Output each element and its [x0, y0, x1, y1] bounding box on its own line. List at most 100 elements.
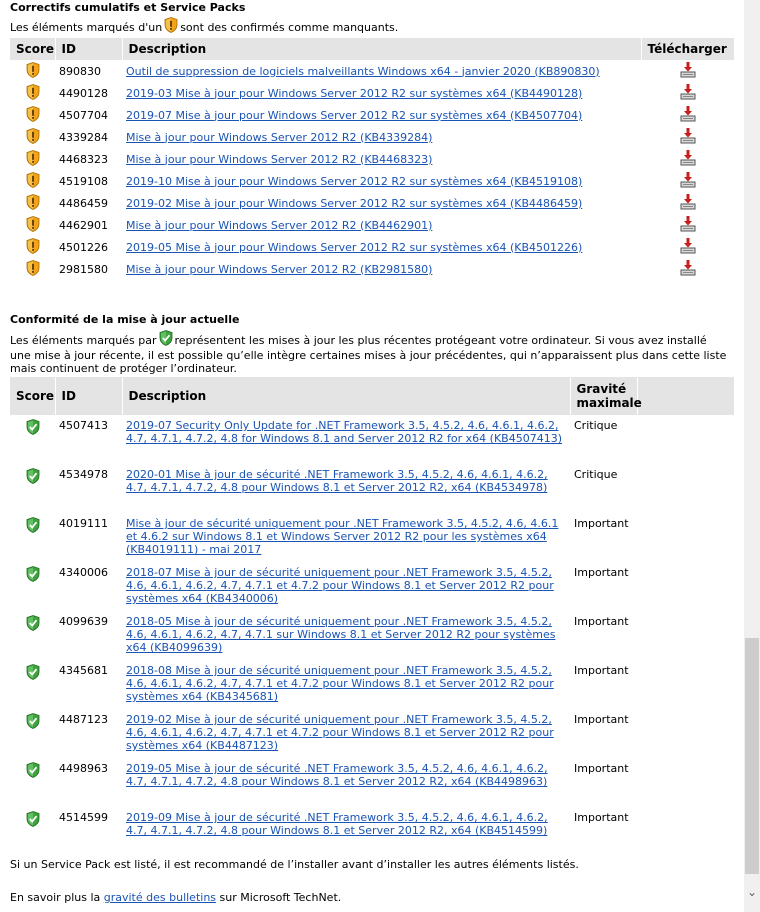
update-link[interactable]: 2019-10 Mise à jour pour Windows Server …: [126, 175, 582, 188]
empty-cell: [637, 415, 734, 464]
severity-cell: Important: [574, 566, 629, 579]
description-cell: 2019-07 Security Only Update for .NET Fr…: [122, 415, 570, 464]
check-shield-icon: [26, 474, 40, 487]
table-row: 4487123 2019-02 Mise à jour de sécurité u…: [10, 709, 734, 758]
learn-more-text-start: En savoir plus la: [10, 891, 101, 904]
download-icon[interactable]: [679, 135, 697, 148]
score-cell: [10, 758, 55, 807]
table-row: 4501226 2019-05 Mise à jour pour Windows …: [10, 236, 734, 258]
table-row: 4490128 2019-03 Mise à jour pour Windows …: [10, 82, 734, 104]
update-id: 4487123: [59, 713, 108, 726]
warning-shield-icon: [26, 156, 40, 169]
col-header-download: Télécharger: [641, 38, 735, 60]
update-id: 4498963: [59, 762, 108, 775]
score-cell: [10, 170, 55, 192]
severity-cell: Important: [574, 762, 629, 775]
update-link[interactable]: Mise à jour pour Windows Server 2012 R2 …: [126, 131, 432, 144]
severity-cell: Important: [574, 713, 629, 726]
score-cell: [10, 236, 55, 258]
check-shield-icon: [26, 425, 40, 438]
score-cell: [10, 513, 55, 562]
download-icon[interactable]: [679, 223, 697, 236]
update-link[interactable]: 2019-02 Mise à jour de sécurité uniqueme…: [126, 713, 554, 752]
update-id: 4019111: [59, 517, 108, 530]
update-link[interactable]: Mise à jour pour Windows Server 2012 R2 …: [126, 219, 432, 232]
empty-cell: [637, 660, 734, 709]
description-cell: Mise à jour pour Windows Server 2012 R2 …: [122, 258, 641, 280]
update-link[interactable]: Mise à jour de sécurité uniquement pour …: [126, 517, 558, 556]
update-link[interactable]: 2019-05 Mise à jour pour Windows Server …: [126, 241, 582, 254]
download-icon[interactable]: [679, 69, 697, 82]
description-cell: Mise à jour de sécurité uniquement pour …: [122, 513, 570, 562]
col-header-score: Score: [10, 38, 56, 60]
score-cell: [10, 611, 55, 660]
download-icon[interactable]: [679, 157, 697, 170]
empty-cell: [637, 464, 734, 513]
update-link[interactable]: Outil de suppression de logiciels malvei…: [126, 65, 600, 78]
description-cell: 2019-09 Mise à jour de sécurité .NET Fra…: [122, 807, 570, 856]
description-cell: 2018-08 Mise à jour de sécurité uniqueme…: [122, 660, 570, 709]
description-cell: Mise à jour pour Windows Server 2012 R2 …: [122, 214, 641, 236]
table-row: 4507704 2019-07 Mise à jour pour Windows …: [10, 104, 734, 126]
scrollbar-thumb[interactable]: [745, 638, 759, 874]
update-link[interactable]: 2019-07 Security Only Update for .NET Fr…: [126, 419, 562, 445]
table-row: 4345681 2018-08 Mise à jour de sécurité u…: [10, 660, 734, 709]
description-cell: Outil de suppression de logiciels malvei…: [122, 60, 641, 82]
score-cell: [10, 709, 55, 758]
download-icon[interactable]: [679, 113, 697, 126]
empty-cell: [637, 562, 734, 611]
update-id: 4507704: [59, 108, 108, 122]
update-link[interactable]: Mise à jour pour Windows Server 2012 R2 …: [126, 263, 432, 276]
section-title-missing: Correctifs cumulatifs et Service Packs: [10, 1, 246, 14]
severity-bulletins-link[interactable]: gravité des bulletins: [104, 891, 216, 904]
update-id: 4519108: [59, 174, 108, 188]
download-icon[interactable]: [679, 267, 697, 280]
severity-cell: Important: [574, 811, 629, 824]
col-header-description: Description: [122, 38, 642, 60]
update-link[interactable]: 2019-03 Mise à jour pour Windows Server …: [126, 87, 582, 100]
severity-cell: Important: [574, 664, 629, 677]
table-row: 4019111 Mise à jour de sécurité uniquemen…: [10, 513, 734, 562]
score-cell: [10, 258, 55, 280]
download-cell: [641, 104, 734, 126]
score-cell: [10, 464, 55, 513]
update-link[interactable]: 2018-05 Mise à jour de sécurité uniqueme…: [126, 615, 555, 654]
download-cell: [641, 214, 734, 236]
table-row: 890830 Outil de suppression de logiciels …: [10, 60, 734, 82]
check-shield-icon: [26, 670, 40, 683]
update-link[interactable]: 2018-07 Mise à jour de sécurité uniqueme…: [126, 566, 554, 605]
download-icon[interactable]: [679, 201, 697, 214]
download-icon[interactable]: [679, 245, 697, 258]
missing-updates-table: Score ID Description Télécharger 890830 O…: [10, 38, 735, 280]
learn-more-text-end: sur Microsoft TechNet.: [219, 891, 342, 904]
description-cell: 2019-02 Mise à jour pour Windows Server …: [122, 192, 641, 214]
update-link[interactable]: 2019-02 Mise à jour pour Windows Server …: [126, 197, 582, 210]
score-cell: [10, 104, 55, 126]
update-id: 4468323: [59, 152, 108, 166]
update-link[interactable]: Mise à jour pour Windows Server 2012 R2 …: [126, 153, 432, 166]
score-cell: [10, 192, 55, 214]
missing-legend-text-start: Les éléments marqués d'un: [10, 21, 163, 34]
update-id: 4490128: [59, 86, 108, 100]
update-link[interactable]: 2019-07 Mise à jour pour Windows Server …: [126, 109, 582, 122]
score-cell: [10, 148, 55, 170]
download-icon[interactable]: [679, 91, 697, 104]
score-cell: [10, 415, 55, 464]
table-row: 4519108 2019-10 Mise à jour pour Windows …: [10, 170, 734, 192]
update-link[interactable]: 2018-08 Mise à jour de sécurité uniqueme…: [126, 664, 554, 703]
update-link[interactable]: 2019-05 Mise à jour de sécurité .NET Fra…: [126, 762, 548, 788]
update-link[interactable]: 2019-09 Mise à jour de sécurité .NET Fra…: [126, 811, 548, 837]
check-shield-icon: [26, 523, 40, 536]
download-icon[interactable]: [679, 179, 697, 192]
score-cell: [10, 126, 55, 148]
warning-shield-icon: [26, 178, 40, 191]
table-row: 4486459 2019-02 Mise à jour pour Windows …: [10, 192, 734, 214]
description-cell: 2019-07 Mise à jour pour Windows Server …: [122, 104, 641, 126]
vertical-scrollbar[interactable]: ⌄: [744, 0, 760, 912]
scroll-down-arrow-icon[interactable]: ⌄: [744, 884, 760, 900]
download-cell: [641, 236, 734, 258]
update-link[interactable]: 2020-01 Mise à jour de sécurité .NET Fra…: [126, 468, 548, 494]
learn-more: En savoir plus la gravité des bulletins …: [10, 891, 341, 904]
warning-shield-icon: [26, 112, 40, 125]
empty-cell: [637, 758, 734, 807]
